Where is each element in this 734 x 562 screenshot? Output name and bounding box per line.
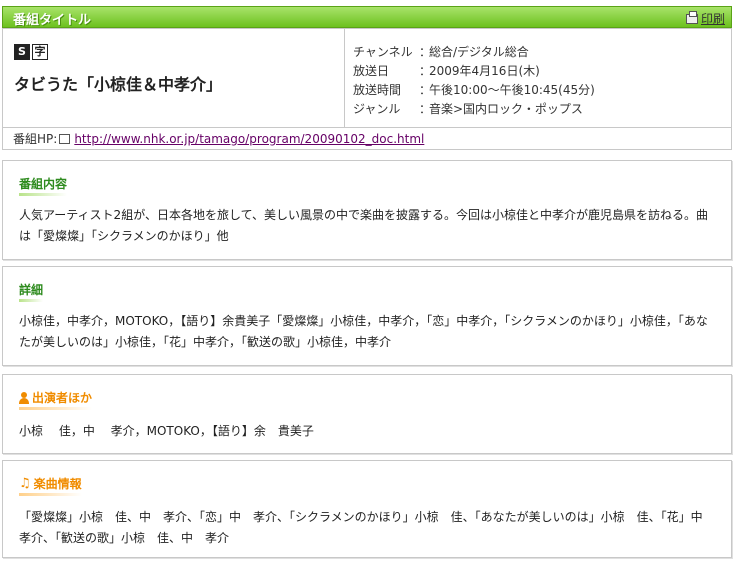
music-note-icon: ♫	[19, 476, 31, 491]
program-left: S 字 タビうた「小椋佳＆中孝介」	[3, 29, 345, 127]
hp-label: 番組HP:	[13, 132, 58, 146]
badges: S 字	[14, 44, 48, 60]
cast-body: 小椋 佳，中 孝介，MOTOKO，【語り】余 貴美子	[19, 424, 314, 438]
music-body: 「愛燦燦」小椋 佳、中 孝介、「恋」中 孝介、「シクラメンのかほり」小椋 佳、「…	[19, 510, 715, 545]
print-link[interactable]: 印刷	[685, 10, 725, 27]
info-value: 総合/デジタル総合	[429, 45, 529, 59]
print-label: 印刷	[700, 12, 725, 26]
person-icon	[19, 391, 29, 404]
details-body: 小椋佳，中孝介，MOTOKO，【語り】余貴美子「愛燦燦」小椋佳，中孝介，「恋」中…	[19, 314, 708, 349]
info-row-channel: チャンネル：総合/デジタル総合	[353, 43, 595, 62]
content-body: 人気アーティスト2組が、日本各地を旅して、美しい風景の中で楽曲を披露する。今回は…	[19, 208, 708, 243]
external-link-icon	[59, 134, 71, 144]
music-section: ♫ 楽曲情報 「愛燦燦」小椋 佳、中 孝介、「恋」中 孝介、「シクラメンのかほり…	[2, 460, 732, 558]
info-row-date: 放送日： 2009年4月16日(木)	[353, 62, 595, 81]
details-section: 詳細 小椋佳，中孝介，MOTOKO，【語り】余貴美子「愛燦燦」小椋佳，中孝介，「…	[2, 266, 732, 366]
content-section: 番組内容 人気アーティスト2組が、日本各地を旅して、美しい風景の中で楽曲を披露す…	[2, 160, 732, 260]
content-heading: 番組内容	[19, 175, 68, 196]
cast-section: 出演者ほか 小椋 佳，中 孝介，MOTOKO，【語り】余 貴美子	[2, 374, 732, 454]
program-title: タビうた「小椋佳＆中孝介」	[14, 75, 223, 94]
info-key: 放送時間	[353, 83, 402, 97]
info-value: 午後10:00～午後10:45(45分)	[429, 83, 595, 97]
program-hp-row: 番組HP: http://www.nhk.or.jp/tamago/program…	[3, 127, 731, 150]
music-heading: ♫ 楽曲情報	[19, 475, 82, 496]
program-box: S 字 タビうた「小椋佳＆中孝介」 チャンネル：総合/デジタル総合 放送日： 20…	[2, 28, 732, 150]
info-value: 2009年4月16日(木)	[429, 64, 540, 78]
info-value: 音楽>国内ロック・ポップス	[429, 102, 583, 116]
info-row-time: 放送時間：午後10:00～午後10:45(45分)	[353, 81, 595, 100]
title-bar-label: 番組タイトル	[13, 13, 92, 28]
stereo-badge: S	[14, 44, 30, 60]
printer-icon	[685, 10, 698, 24]
program-info: チャンネル：総合/デジタル総合 放送日： 2009年4月16日(木) 放送時間：午…	[353, 43, 595, 119]
info-key: 放送日	[353, 64, 390, 78]
details-heading: 詳細	[19, 281, 44, 302]
info-row-genre: ジャンル：音楽>国内ロック・ポップス	[353, 100, 595, 119]
caption-badge: 字	[32, 44, 48, 60]
info-key: ジャンル	[353, 102, 401, 116]
cast-heading: 出演者ほか	[19, 389, 93, 410]
title-bar: 番組タイトル 印刷	[2, 6, 732, 28]
program-hp-link[interactable]: http://www.nhk.or.jp/tamago/program/2009…	[74, 132, 424, 146]
info-key: チャンネル	[353, 45, 413, 59]
